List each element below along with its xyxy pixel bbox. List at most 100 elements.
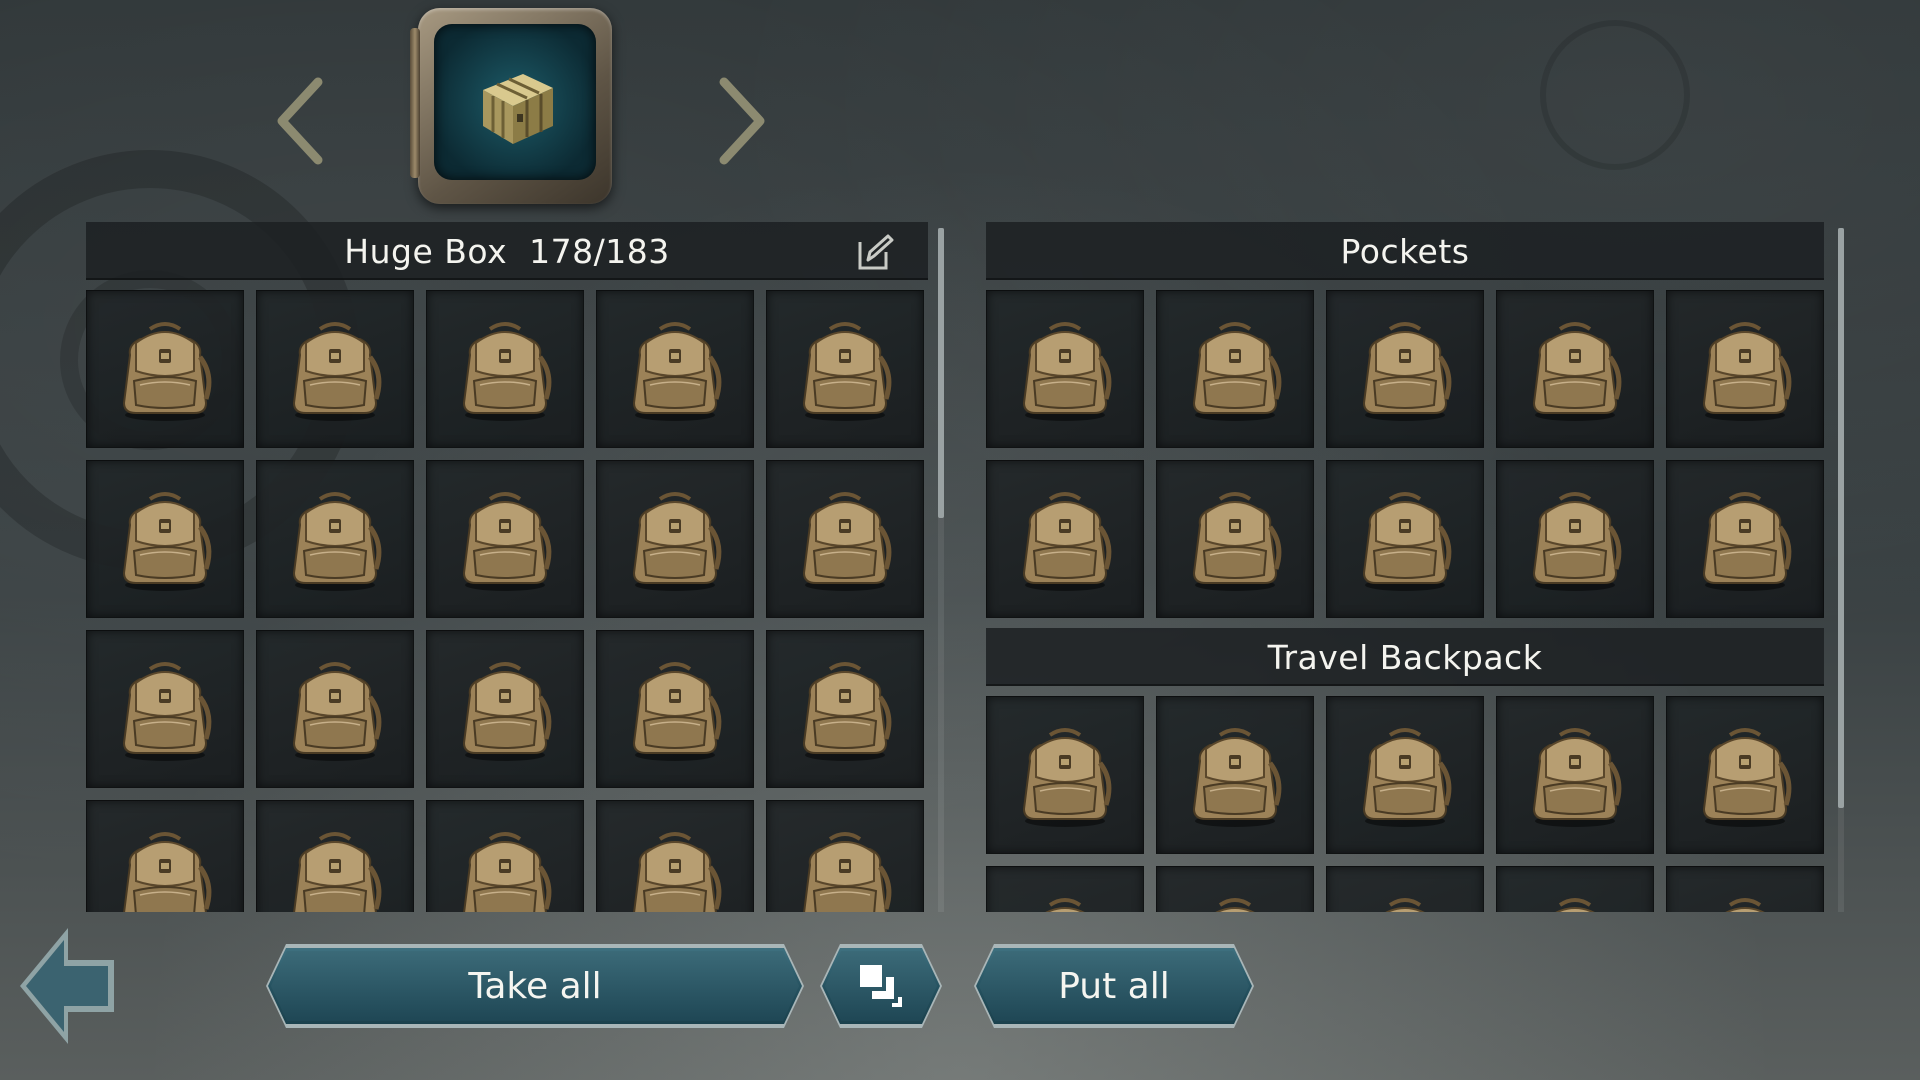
backpack-icon	[450, 315, 560, 423]
travel-backpack-item-slot[interactable]	[986, 866, 1144, 912]
container-scroll-thumb[interactable]	[938, 228, 944, 518]
take-all-label: Take all	[468, 965, 602, 1007]
edit-icon[interactable]	[854, 232, 894, 272]
container-item-slot[interactable]	[86, 290, 244, 448]
pockets-item-slot[interactable]	[1156, 290, 1314, 448]
travel-backpack-item-slot[interactable]	[1326, 866, 1484, 912]
pockets-item-slot[interactable]	[1496, 460, 1654, 618]
backpack-icon	[1010, 891, 1120, 912]
backpack-icon	[1520, 891, 1630, 912]
take-all-button[interactable]: Take all	[268, 948, 802, 1024]
container-item-slot[interactable]	[256, 800, 414, 912]
backpack-icon	[110, 485, 220, 593]
backpack-icon	[1520, 315, 1630, 423]
container-icon-frame	[410, 8, 612, 204]
container-item-slot[interactable]	[426, 290, 584, 448]
pockets-item-slot[interactable]	[1326, 460, 1484, 618]
travel-backpack-title: Travel Backpack	[1267, 637, 1543, 677]
pockets-item-slot[interactable]	[1496, 290, 1654, 448]
backpack-icon	[1520, 721, 1630, 829]
backpack-icon	[790, 485, 900, 593]
pockets-item-slot[interactable]	[1666, 460, 1824, 618]
container-panel: Huge Box 178/183	[86, 222, 928, 912]
backpack-icon	[1350, 485, 1460, 593]
put-all-button[interactable]: Put all	[976, 948, 1252, 1024]
backpack-icon	[450, 825, 560, 912]
backpack-icon	[110, 655, 220, 763]
backpack-icon	[110, 315, 220, 423]
travel-backpack-item-slot[interactable]	[1496, 696, 1654, 854]
travel-backpack-item-slot[interactable]	[1666, 866, 1824, 912]
container-item-slot[interactable]	[596, 630, 754, 788]
backpack-icon	[790, 825, 900, 912]
backpack-icon	[1010, 721, 1120, 829]
travel-backpack-item-slot[interactable]	[1496, 866, 1654, 912]
pockets-item-slot[interactable]	[1666, 290, 1824, 448]
backpack-icon	[280, 825, 390, 912]
container-item-slot[interactable]	[86, 460, 244, 618]
pockets-item-slot[interactable]	[1326, 290, 1484, 448]
container-name: Huge Box	[344, 231, 508, 271]
inventory-scroll-thumb[interactable]	[1838, 228, 1844, 808]
backpack-icon	[1690, 485, 1800, 593]
backpack-icon	[1180, 315, 1290, 423]
container-item-slot[interactable]	[256, 630, 414, 788]
travel-backpack-item-slot[interactable]	[1326, 696, 1484, 854]
container-item-slot[interactable]	[766, 290, 924, 448]
container-item-slot[interactable]	[596, 460, 754, 618]
pockets-item-slot[interactable]	[1156, 460, 1314, 618]
backpack-icon	[790, 315, 900, 423]
pipe-decoration	[410, 28, 420, 178]
container-screen	[434, 24, 596, 180]
travel-backpack-item-slot[interactable]	[986, 696, 1144, 854]
backpack-icon	[1690, 891, 1800, 912]
container-item-slot[interactable]	[426, 630, 584, 788]
backpack-icon	[620, 315, 730, 423]
pockets-item-slot[interactable]	[986, 460, 1144, 618]
chevron-left-icon	[277, 77, 323, 165]
container-item-slot[interactable]	[86, 630, 244, 788]
stack-items-button[interactable]	[822, 948, 940, 1024]
container-item-slot[interactable]	[766, 460, 924, 618]
travel-backpack-item-slot[interactable]	[1156, 866, 1314, 912]
backpack-icon	[1010, 485, 1120, 593]
previous-container-arrow[interactable]	[270, 76, 330, 166]
container-item-grid	[86, 280, 928, 912]
backpack-icon	[1350, 315, 1460, 423]
travel-backpack-item-slot[interactable]	[1666, 696, 1824, 854]
pockets-item-slot[interactable]	[986, 290, 1144, 448]
backpack-icon	[1350, 721, 1460, 829]
pockets-item-grid	[986, 280, 1824, 618]
travel-backpack-header: Travel Backpack	[986, 628, 1824, 686]
backpack-icon	[1350, 891, 1460, 912]
stack-icon	[856, 961, 906, 1011]
backpack-icon	[110, 825, 220, 912]
backpack-icon	[1180, 721, 1290, 829]
container-item-slot[interactable]	[256, 460, 414, 618]
put-all-label: Put all	[1058, 965, 1170, 1007]
back-arrow-icon	[20, 928, 114, 1044]
container-item-slot[interactable]	[596, 800, 754, 912]
back-button[interactable]	[16, 924, 118, 1048]
pockets-title: Pockets	[1340, 231, 1470, 271]
next-container-arrow[interactable]	[712, 76, 772, 166]
container-item-slot[interactable]	[86, 800, 244, 912]
container-header: Huge Box 178/183	[86, 222, 928, 280]
backpack-icon	[1520, 485, 1630, 593]
travel-backpack-item-slot[interactable]	[1156, 696, 1314, 854]
crate-icon	[483, 74, 553, 144]
backpack-icon	[450, 485, 560, 593]
container-item-slot[interactable]	[256, 290, 414, 448]
container-item-slot[interactable]	[766, 800, 924, 912]
container-item-slot[interactable]	[766, 630, 924, 788]
pockets-header: Pockets	[986, 222, 1824, 280]
container-scrollbar[interactable]	[938, 228, 944, 912]
backpack-icon	[1010, 315, 1120, 423]
backpack-icon	[1180, 891, 1290, 912]
container-item-slot[interactable]	[426, 460, 584, 618]
inventory-scrollbar[interactable]	[1838, 228, 1844, 912]
backpack-icon	[280, 655, 390, 763]
backpack-icon	[1690, 315, 1800, 423]
container-item-slot[interactable]	[596, 290, 754, 448]
container-item-slot[interactable]	[426, 800, 584, 912]
